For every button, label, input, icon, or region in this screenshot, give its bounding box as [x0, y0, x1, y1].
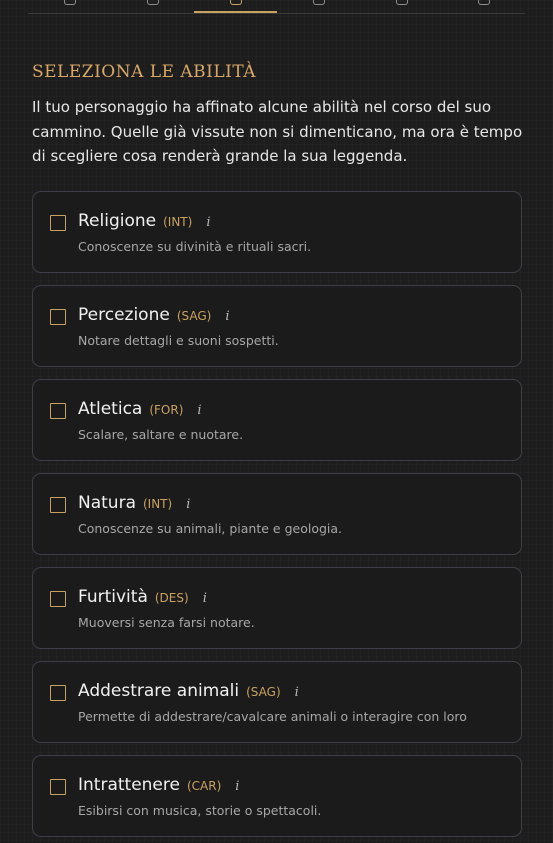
- page-title: SELEZIONA LE ABILITÀ: [32, 62, 257, 82]
- tab-icon: [229, 0, 242, 5]
- skill-checkbox[interactable]: [50, 591, 66, 607]
- skill-checkbox[interactable]: [50, 215, 66, 231]
- skill-stat: (CAR): [186, 779, 222, 793]
- skill-stat: (SAG): [176, 309, 212, 323]
- skill-card-percezione[interactable]: Percezione (SAG) i Notare dettagli e suo…: [32, 285, 522, 367]
- skill-card-natura[interactable]: Natura (INT) i Conoscenze su animali, pi…: [32, 473, 522, 555]
- skill-description: Conoscenze su divinità e rituali sacri.: [78, 239, 312, 254]
- skill-name: Natura: [78, 493, 136, 513]
- skill-name: Percezione: [78, 305, 170, 325]
- info-icon[interactable]: i: [295, 685, 299, 700]
- tab-2[interactable]: [111, 0, 194, 14]
- intro-text: Il tuo personaggio ha affinato alcune ab…: [32, 98, 523, 165]
- skill-stat: (FOR): [149, 403, 184, 417]
- skill-name: Atletica: [78, 399, 143, 419]
- tab-icon: [63, 0, 76, 5]
- info-icon[interactable]: i: [225, 309, 229, 324]
- skill-description: Permette di addestrare/cavalcare animali…: [78, 709, 467, 724]
- skill-card-addestrare-animali[interactable]: Addestrare animali (SAG) i Permette di a…: [32, 661, 522, 743]
- skill-description: Scalare, saltare e nuotare.: [78, 427, 244, 442]
- tab-3-active[interactable]: [194, 0, 277, 13]
- skill-checkbox[interactable]: [50, 403, 66, 419]
- skill-description: Esibirsi con musica, storie o spettacoli…: [78, 803, 322, 818]
- skill-stat: (INT): [163, 215, 193, 229]
- tab-6[interactable]: [442, 0, 525, 14]
- tab-5[interactable]: [360, 0, 443, 14]
- skill-description: Muoversi senza farsi notare.: [78, 615, 255, 630]
- skill-checkbox[interactable]: [50, 497, 66, 513]
- tab-icon: [146, 0, 159, 5]
- tab-icon: [395, 0, 408, 5]
- skill-stat: (SAG): [246, 685, 281, 699]
- tab-1[interactable]: [28, 0, 111, 14]
- skill-card-intrattenere[interactable]: Intrattenere (CAR) i Esibirsi con musica…: [32, 755, 522, 837]
- skill-description: Notare dettagli e suoni sospetti.: [78, 333, 279, 348]
- info-icon[interactable]: i: [186, 497, 190, 512]
- skill-checkbox[interactable]: [50, 685, 66, 701]
- tab-icon: [312, 0, 325, 5]
- skill-card-religione[interactable]: Religione (INT) i Conoscenze su divinità…: [32, 191, 522, 273]
- skill-description: Conoscenze su animali, piante e geologia…: [78, 521, 343, 536]
- skill-name: Addestrare animali: [78, 681, 240, 701]
- skill-stat: (INT): [142, 497, 173, 511]
- skill-name: Religione: [78, 211, 157, 231]
- skill-name: Furtività: [78, 587, 148, 607]
- skill-card-atletica[interactable]: Atletica (FOR) i Scalare, saltare e nuot…: [32, 379, 522, 461]
- tab-4[interactable]: [277, 0, 360, 14]
- skill-checkbox[interactable]: [50, 309, 66, 325]
- skill-card-furtivita[interactable]: Furtività (DES) i Muoversi senza farsi n…: [32, 567, 522, 649]
- skill-stat: (DES): [154, 591, 189, 605]
- tab-icon: [477, 0, 490, 5]
- top-tab-bar: [28, 0, 525, 14]
- info-icon[interactable]: i: [235, 779, 239, 794]
- info-icon[interactable]: i: [197, 403, 201, 418]
- info-icon[interactable]: i: [206, 215, 210, 230]
- skill-checkbox[interactable]: [50, 779, 66, 795]
- info-icon[interactable]: i: [203, 591, 207, 606]
- skill-name: Intrattenere: [78, 775, 180, 795]
